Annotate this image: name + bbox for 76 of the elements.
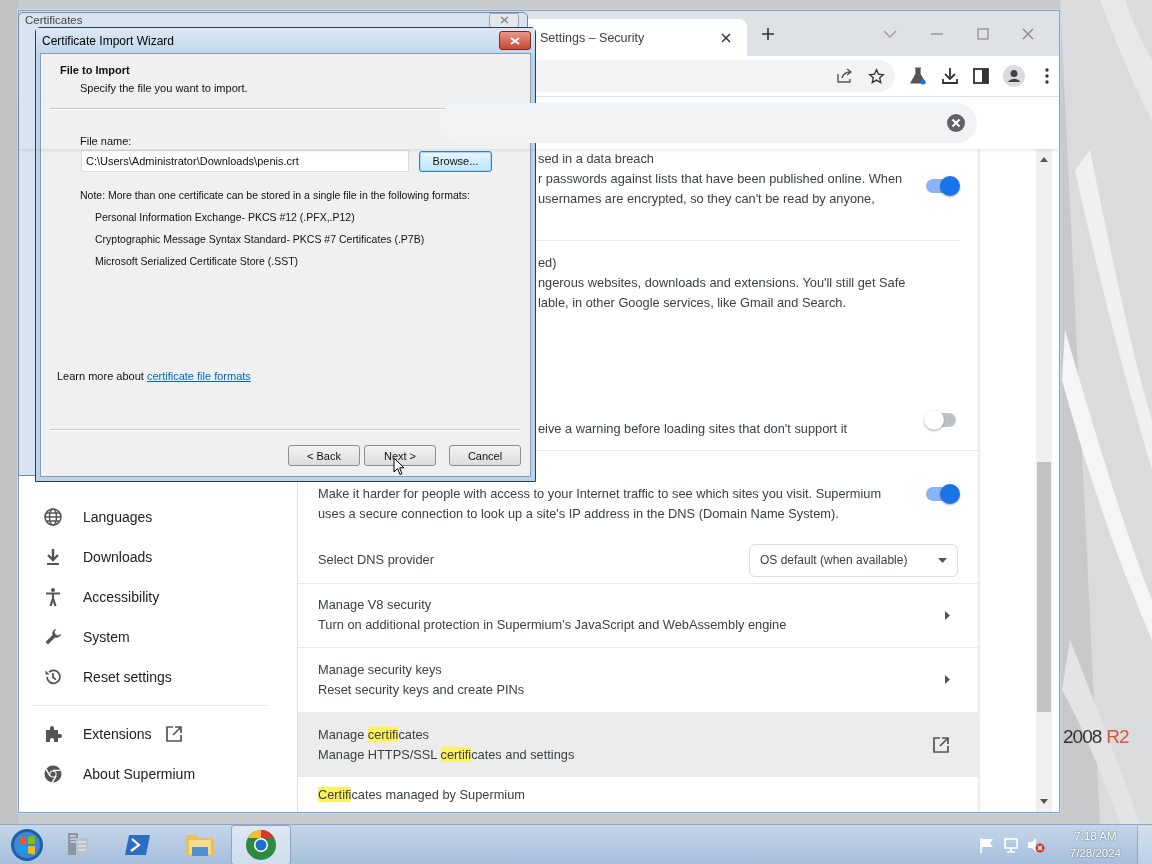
share-icon[interactable] — [836, 68, 854, 84]
setting-title: Certificates managed by Supermium — [318, 786, 526, 805]
close-button[interactable] — [499, 31, 531, 50]
setting-title: Manage V8 security — [318, 596, 433, 615]
setting-description: ngerous websites, downloads and extensions. You'll still get Safe — [538, 274, 907, 293]
settings-row[interactable]: Manage security keys Reset security keys and create PINs — [298, 646, 978, 712]
history-icon — [43, 667, 63, 687]
scrollbar-thumb[interactable] — [1037, 462, 1051, 712]
setting-description: Reset security keys and create PINs — [318, 680, 526, 699]
person-icon — [43, 587, 63, 607]
flask-icon[interactable] — [909, 67, 927, 85]
sidebar-item[interactable]: Languages — [19, 497, 297, 537]
plus-icon[interactable] — [761, 26, 775, 41]
caret-right-icon — [945, 675, 950, 685]
side-panel-icon[interactable] — [973, 68, 989, 84]
wizard-button[interactable]: Cancel — [449, 445, 521, 466]
scrollbar[interactable] — [1036, 149, 1052, 812]
setting-title: Select DNS provider — [318, 551, 435, 570]
setting-title: ed) — [538, 254, 558, 273]
download-icon[interactable] — [941, 67, 959, 85]
field-label: File name: — [80, 135, 133, 147]
learn-more-text: Learn more about certificate file formats — [57, 370, 252, 382]
star-icon[interactable] — [868, 67, 885, 85]
settings-row[interactable]: Manage V8 security Turn on additional protection in Supermium's JavaScript and WebAssembly engine — [298, 583, 978, 647]
sidebar-item[interactable]: Downloads — [19, 537, 297, 577]
setting-title: Manage security keys — [318, 660, 443, 679]
setting-description: eive a warning before loading sites that don't support it — [538, 419, 849, 438]
wizard-button[interactable]: < Back — [288, 445, 360, 466]
setting-description: r passwords against lists that have been published online. When — [538, 170, 904, 188]
scroll-down-icon[interactable] — [1040, 799, 1048, 804]
os-brand-text: R2 — [1106, 726, 1129, 748]
window-title: Certificates — [25, 13, 83, 27]
close-icon — [499, 16, 509, 24]
section-subheading: Specify the file you want to import. — [80, 82, 249, 94]
os-brand-text: 2008 — [1063, 726, 1102, 748]
setting-description: usernames are encrypted, so they can't be read by anyone, — [538, 190, 876, 208]
start-orb-icon[interactable] — [10, 827, 44, 862]
profile-avatar-icon[interactable] — [1003, 65, 1025, 87]
dropdown-caret-icon — [938, 557, 947, 563]
setting-title: Manage certificates — [318, 725, 430, 744]
help-link[interactable]: certificate file formats — [146, 370, 251, 382]
file-name-field[interactable]: C:\Users\Administrator\Downloads\penis.crt — [81, 150, 409, 172]
browser-logo-icon — [43, 764, 63, 784]
search-field[interactable] — [439, 103, 977, 143]
sidebar-item[interactable]: Extensions — [19, 714, 297, 754]
globe-icon — [43, 507, 63, 527]
section-heading: File to Import — [60, 64, 131, 76]
browser-logo-icon — [245, 828, 277, 861]
setting-description: Turn on additional protection in Supermium's JavaScript and WebAssembly engine — [318, 616, 788, 635]
close-icon — [510, 36, 520, 45]
dns-provider-dropdown[interactable]: OS default (when available) — [749, 543, 958, 577]
sidebar-item[interactable]: Accessibility — [19, 577, 297, 617]
wrench-icon — [43, 627, 63, 647]
toggle-switch[interactable] — [926, 412, 956, 427]
setting-title: sed in a data breach — [538, 150, 655, 168]
window-title: Certificate Import Wizard — [42, 33, 175, 48]
clear-search-icon[interactable] — [947, 114, 965, 132]
puzzle-piece-icon — [43, 724, 63, 744]
note-text: Note: More than one certificate can be stored in a single file in the following formats: — [80, 189, 471, 201]
format-item: Microsoft Serialized Certificate Store (.SST) — [95, 255, 300, 267]
sidebar-item[interactable]: System — [19, 617, 297, 657]
setting-description: lable, in other Google services, like Gmail and Search. — [538, 294, 847, 313]
close-button[interactable] — [489, 12, 519, 28]
sidebar-item[interactable]: About Supermium — [19, 754, 297, 794]
setting-description: uses a secure connection to look up a site's IP address in the DNS (Domain Name System). — [318, 505, 840, 524]
close-icon[interactable] — [721, 32, 731, 43]
taskbar-button[interactable] — [231, 824, 291, 864]
caret-right-icon — [945, 610, 950, 620]
setting-description: Make it harder for people with access to your Internet traffic to see which sites you visit. Supermium — [318, 485, 883, 504]
format-item: Cryptographic Message Syntax Standard- PKCS #7 Certificates (.P7B) — [95, 233, 426, 245]
scroll-up-icon[interactable] — [1040, 157, 1048, 162]
format-item: Personal Information Exchange- PKCS #12 (.PFX,.P12) — [95, 211, 356, 223]
external-link-icon — [932, 735, 950, 754]
browse-button[interactable]: Browse... — [419, 150, 492, 172]
sidebar-item[interactable]: Reset settings — [19, 657, 297, 697]
more-menu-icon[interactable] — [1045, 68, 1049, 84]
